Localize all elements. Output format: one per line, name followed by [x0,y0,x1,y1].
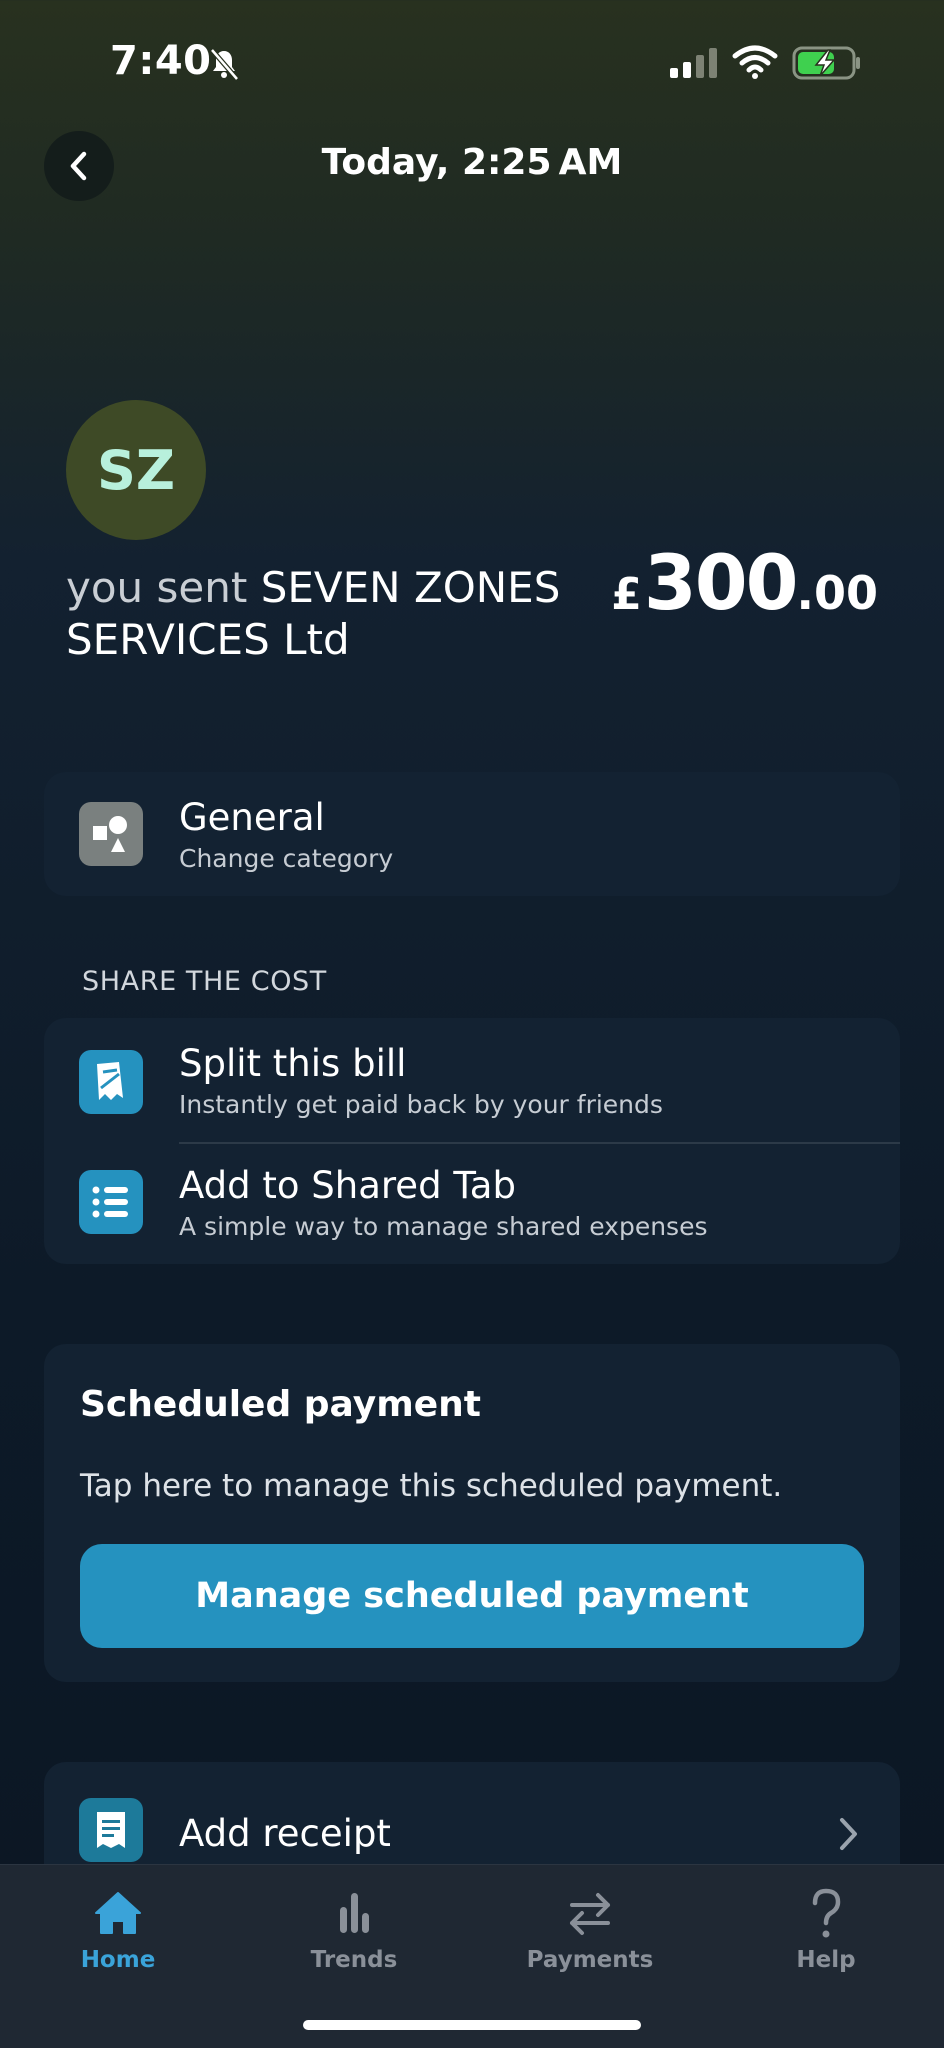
amount-minor: .00 [796,566,879,620]
shared-tab-row[interactable]: Add to Shared Tab A simple way to manage… [44,1142,900,1264]
tab-payments[interactable]: Payments [472,1865,708,1995]
scheduled-payment-title: Scheduled payment [80,1384,481,1425]
home-icon [95,1892,141,1934]
battery-charging-icon [792,46,860,80]
manage-scheduled-payment-button[interactable]: Manage scheduled payment [80,1544,864,1648]
currency-symbol: £ [611,569,642,620]
shared-tab-subtitle: A simple way to manage shared expenses [179,1212,708,1241]
shapes-icon [79,802,143,866]
shared-tab-title: Add to Shared Tab [179,1164,516,1207]
tab-payments-label: Payments [526,1947,654,1973]
receipt-icon [79,1798,143,1862]
tab-help[interactable]: Help [708,1865,944,1995]
category-title: General [179,796,325,839]
direction-text: you sent [66,563,248,612]
category-card[interactable]: General Change category [44,772,900,896]
share-card: Split this bill Instantly get paid back … [44,1018,900,1264]
transaction-description: you sent SEVEN ZONES SERVICES Ltd [66,562,626,666]
chevron-right-icon [840,1818,857,1850]
wifi-icon [732,45,778,79]
share-section-label: SHARE THE COST [82,966,327,997]
split-bill-row[interactable]: Split this bill Instantly get paid back … [44,1018,900,1142]
split-bill-icon [79,1050,143,1114]
add-receipt-label: Add receipt [179,1812,391,1855]
tab-home-label: Home [80,1947,156,1973]
tab-help-label: Help [796,1947,856,1973]
scheduled-payment-card: Scheduled payment Tap here to manage thi… [44,1344,900,1682]
transfer-arrows-icon [570,1893,610,1935]
page-title: Today, 2:25 AM [321,142,623,183]
tab-trends[interactable]: Trends [236,1865,472,1995]
status-bar: 7:40 [0,0,944,120]
cellular-signal-icon [670,48,717,78]
amount-major: 300 [643,538,799,627]
split-bill-title: Split this bill [179,1042,407,1085]
home-indicator [303,2020,641,2030]
tab-home[interactable]: Home [0,1865,236,1995]
merchant-avatar: SZ [66,400,206,540]
bell-muted-icon [210,48,239,81]
list-icon [79,1170,143,1234]
tab-trends-label: Trends [310,1947,398,1973]
bar-chart-icon [340,1893,369,1933]
scheduled-payment-description: Tap here to manage this scheduled paymen… [80,1468,783,1504]
category-subtitle: Change category [179,844,394,873]
transaction-amount: £ 300 .00 [611,538,878,627]
split-bill-subtitle: Instantly get paid back by your friends [179,1090,663,1119]
status-time: 7:40 [110,38,212,84]
question-mark-icon [812,1888,841,1938]
